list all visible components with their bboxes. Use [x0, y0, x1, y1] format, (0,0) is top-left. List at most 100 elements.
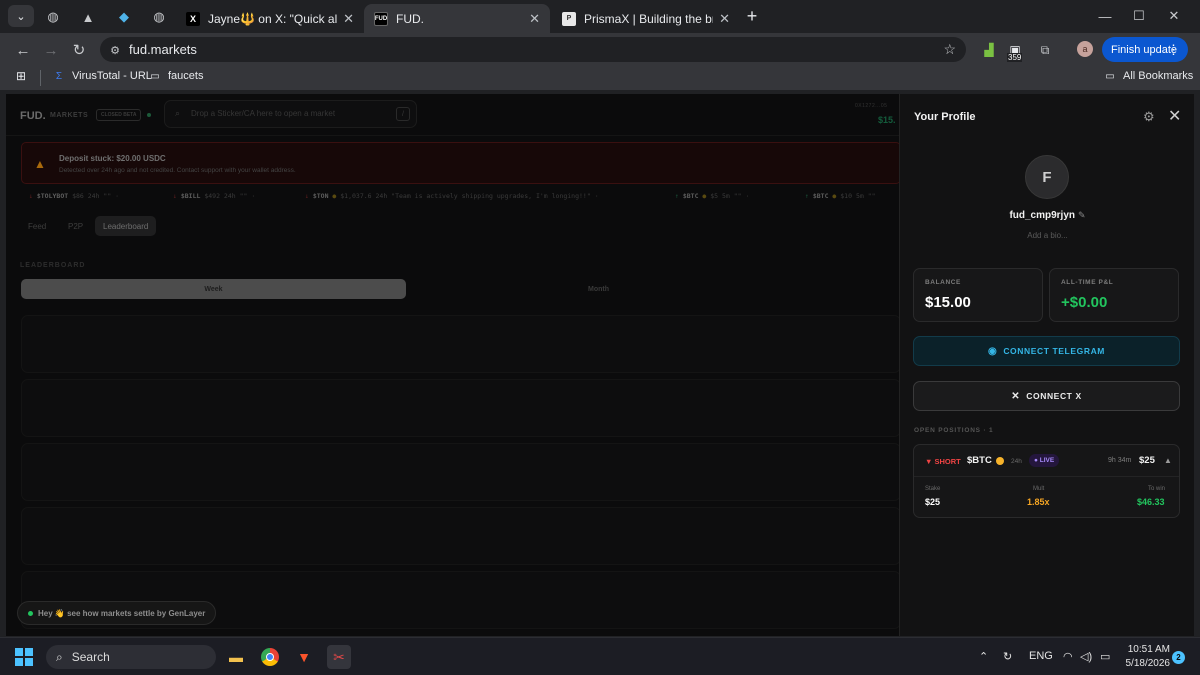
minimize-button[interactable]: —: [1092, 6, 1118, 26]
extension-badge: 359: [1007, 53, 1023, 62]
pinned-tab-globe-icon[interactable]: ◍: [42, 6, 64, 28]
arrow-up-icon: ↑: [805, 192, 809, 200]
close-window-button[interactable]: ✕: [1161, 6, 1187, 26]
position-card[interactable]: ▼ SHORT $BTC 24h ● LIVE 9h 34m $25 ▲ Sta…: [913, 444, 1180, 518]
position-duration: 24h: [1011, 458, 1022, 465]
avatar[interactable]: F: [1025, 155, 1069, 199]
ticker-duration: 24h: [87, 192, 100, 200]
tab-leaderboard[interactable]: Leaderboard: [95, 216, 157, 236]
notification-badge[interactable]: 2: [1172, 651, 1185, 664]
all-bookmarks[interactable]: ▭ All Bookmarks: [1103, 70, 1193, 82]
bookmark-star-icon[interactable]: ☆: [943, 41, 956, 58]
pinned-tab-globe-2-icon[interactable]: ◍: [148, 6, 170, 28]
close-icon[interactable]: ✕: [719, 11, 730, 27]
taskbar-search-label: Search: [71, 650, 110, 664]
position-amount: $25: [1139, 455, 1155, 466]
tab-feed[interactable]: Feed: [20, 216, 54, 236]
maximize-button[interactable]: ☐: [1126, 6, 1152, 26]
tab-fud[interactable]: FUD FUD. ✕: [364, 4, 550, 33]
ticker-item[interactable]: ↑ $BTC ● $5 5m "" ·: [675, 192, 749, 200]
tab-search-button[interactable]: ⌄: [8, 5, 34, 27]
snipping-tool-icon[interactable]: ✂: [327, 645, 351, 669]
pinned-tab-cube-icon[interactable]: ◆: [113, 6, 135, 28]
ticker-item[interactable]: ↑ $BTC ● $10 5m "": [805, 192, 876, 200]
new-tab-button[interactable]: +: [742, 6, 762, 26]
bio-input[interactable]: Add a bio...: [900, 231, 1194, 240]
brave-icon[interactable]: ▼: [292, 645, 316, 669]
period-week[interactable]: Week: [21, 279, 406, 299]
period-month[interactable]: Month: [406, 279, 791, 299]
reload-button[interactable]: ↻: [67, 38, 91, 62]
pinned-tab-triangle-icon[interactable]: ▲: [77, 6, 99, 28]
tab-x-post[interactable]: X Jayne🔱 on X: "Quick alpha 🪂 ✕: [176, 4, 364, 33]
taskbar-search[interactable]: ⌕ Search: [46, 645, 216, 669]
search-icon: ⌕: [56, 649, 63, 664]
mult-label: Mult: [1033, 486, 1045, 492]
forward-button[interactable]: →: [39, 38, 63, 62]
connect-x-button[interactable]: ✕ CONNECT X: [913, 381, 1180, 411]
wallet-address[interactable]: 0X1272...05: [855, 103, 887, 109]
sync-icon[interactable]: ↻: [1003, 650, 1012, 663]
chevron-up-icon[interactable]: ⌃: [979, 650, 988, 663]
market-search-input[interactable]: ⌕ Drop a Sticker/CA here to open a marke…: [164, 100, 417, 128]
pnl-label: ALL-TIME P&L: [1061, 279, 1114, 286]
ticker-symbol: $BILL: [180, 192, 201, 200]
wifi-icon[interactable]: ◠: [1063, 650, 1073, 663]
ticker-item[interactable]: ↓ $BILL $492 24h "" ·: [173, 192, 255, 200]
leaderboard-row-placeholder: [21, 443, 901, 501]
battery-icon[interactable]: ▭: [1100, 650, 1110, 663]
x-logo-icon: ✕: [1011, 390, 1021, 402]
apps-grid-icon[interactable]: ⊞: [14, 69, 34, 83]
brand-logo[interactable]: FUD.: [20, 110, 46, 122]
more-menu-icon: ⋮: [1167, 42, 1180, 57]
extension-chart-icon[interactable]: ▟: [978, 39, 1000, 61]
coin-icon: ●: [332, 192, 337, 200]
site-info-icon[interactable]: ⚙: [108, 43, 122, 57]
chevron-up-icon[interactable]: ▲: [1164, 456, 1172, 465]
edit-icon[interactable]: ✎: [1078, 210, 1086, 220]
open-positions-text: OPEN POSITIONS: [914, 427, 981, 434]
close-icon[interactable]: ✕: [343, 11, 354, 27]
page-viewport: FUD. MARKETS CLOSED BETA ⌕ Drop a Sticke…: [6, 94, 1194, 636]
extensions-puzzle-icon[interactable]: ⧉: [1034, 39, 1056, 61]
volume-icon[interactable]: ◁): [1080, 650, 1092, 663]
connect-telegram-button[interactable]: ◉ CONNECT TELEGRAM: [913, 336, 1180, 366]
start-button[interactable]: [15, 648, 33, 666]
back-button[interactable]: ←: [11, 38, 35, 62]
profile-avatar[interactable]: a: [1077, 41, 1093, 57]
finish-update-button[interactable]: Finish update ⋮: [1102, 37, 1188, 62]
towin-value: $46.33: [1137, 497, 1165, 507]
chrome-icon[interactable]: [258, 645, 282, 669]
ticker-item[interactable]: ↓ $TON ● $1,037.6 24h "Team is actively …: [305, 192, 599, 200]
bookmark-faucets[interactable]: ▭ faucets: [148, 70, 203, 82]
language-indicator[interactable]: ENG: [1029, 650, 1053, 662]
pnl-value: +$0.00: [1061, 294, 1108, 311]
file-explorer-icon[interactable]: ▬: [224, 645, 248, 669]
ticker-item[interactable]: ↓ $TOLYBOT $86 24h "" ·: [29, 192, 119, 200]
ticker-sep: ·: [115, 192, 120, 200]
brand-suffix: MARKETS: [50, 112, 89, 119]
ticker-symbol: $BTC: [682, 192, 699, 200]
stake-label: Stake: [925, 486, 941, 492]
balance-card: BALANCE $15.00: [913, 268, 1043, 322]
address-bar[interactable]: ⚙ fud.markets ☆: [100, 37, 966, 62]
browser-tab-strip: ⌄ ◍ ▲ ◆ ◍ X Jayne🔱 on X: "Quick alpha 🪂 …: [0, 0, 1200, 33]
tab-prismax[interactable]: P PrismaX | Building the bridge b ✕: [552, 4, 740, 33]
coin-icon: ●: [702, 192, 707, 200]
ticker-sep: ·: [251, 192, 256, 200]
gear-icon[interactable]: ⚙: [1143, 109, 1155, 125]
ticker-quote: "Team is actively shipping upgrades, I'm…: [391, 192, 591, 200]
genlayer-toast[interactable]: Hey 👋 see how markets settle by GenLayer: [17, 601, 217, 625]
ticker-symbol: $BTC: [812, 192, 829, 200]
close-icon[interactable]: ✕: [529, 11, 540, 27]
search-shortcut-key: /: [396, 107, 410, 121]
ticker-value: $5: [710, 192, 719, 200]
ticker-sep: ·: [594, 192, 599, 200]
close-icon[interactable]: ✕: [1168, 106, 1181, 126]
bookmark-virustotal[interactable]: Σ VirusTotal - URL: [52, 70, 152, 82]
towin-label: To win: [1148, 486, 1166, 492]
position-side: ▼ SHORT: [925, 457, 961, 466]
tab-p2p[interactable]: P2P: [60, 216, 91, 236]
clock[interactable]: 10:51 AM 5/18/2026: [1118, 643, 1171, 671]
telegram-icon: ◉: [987, 345, 998, 357]
